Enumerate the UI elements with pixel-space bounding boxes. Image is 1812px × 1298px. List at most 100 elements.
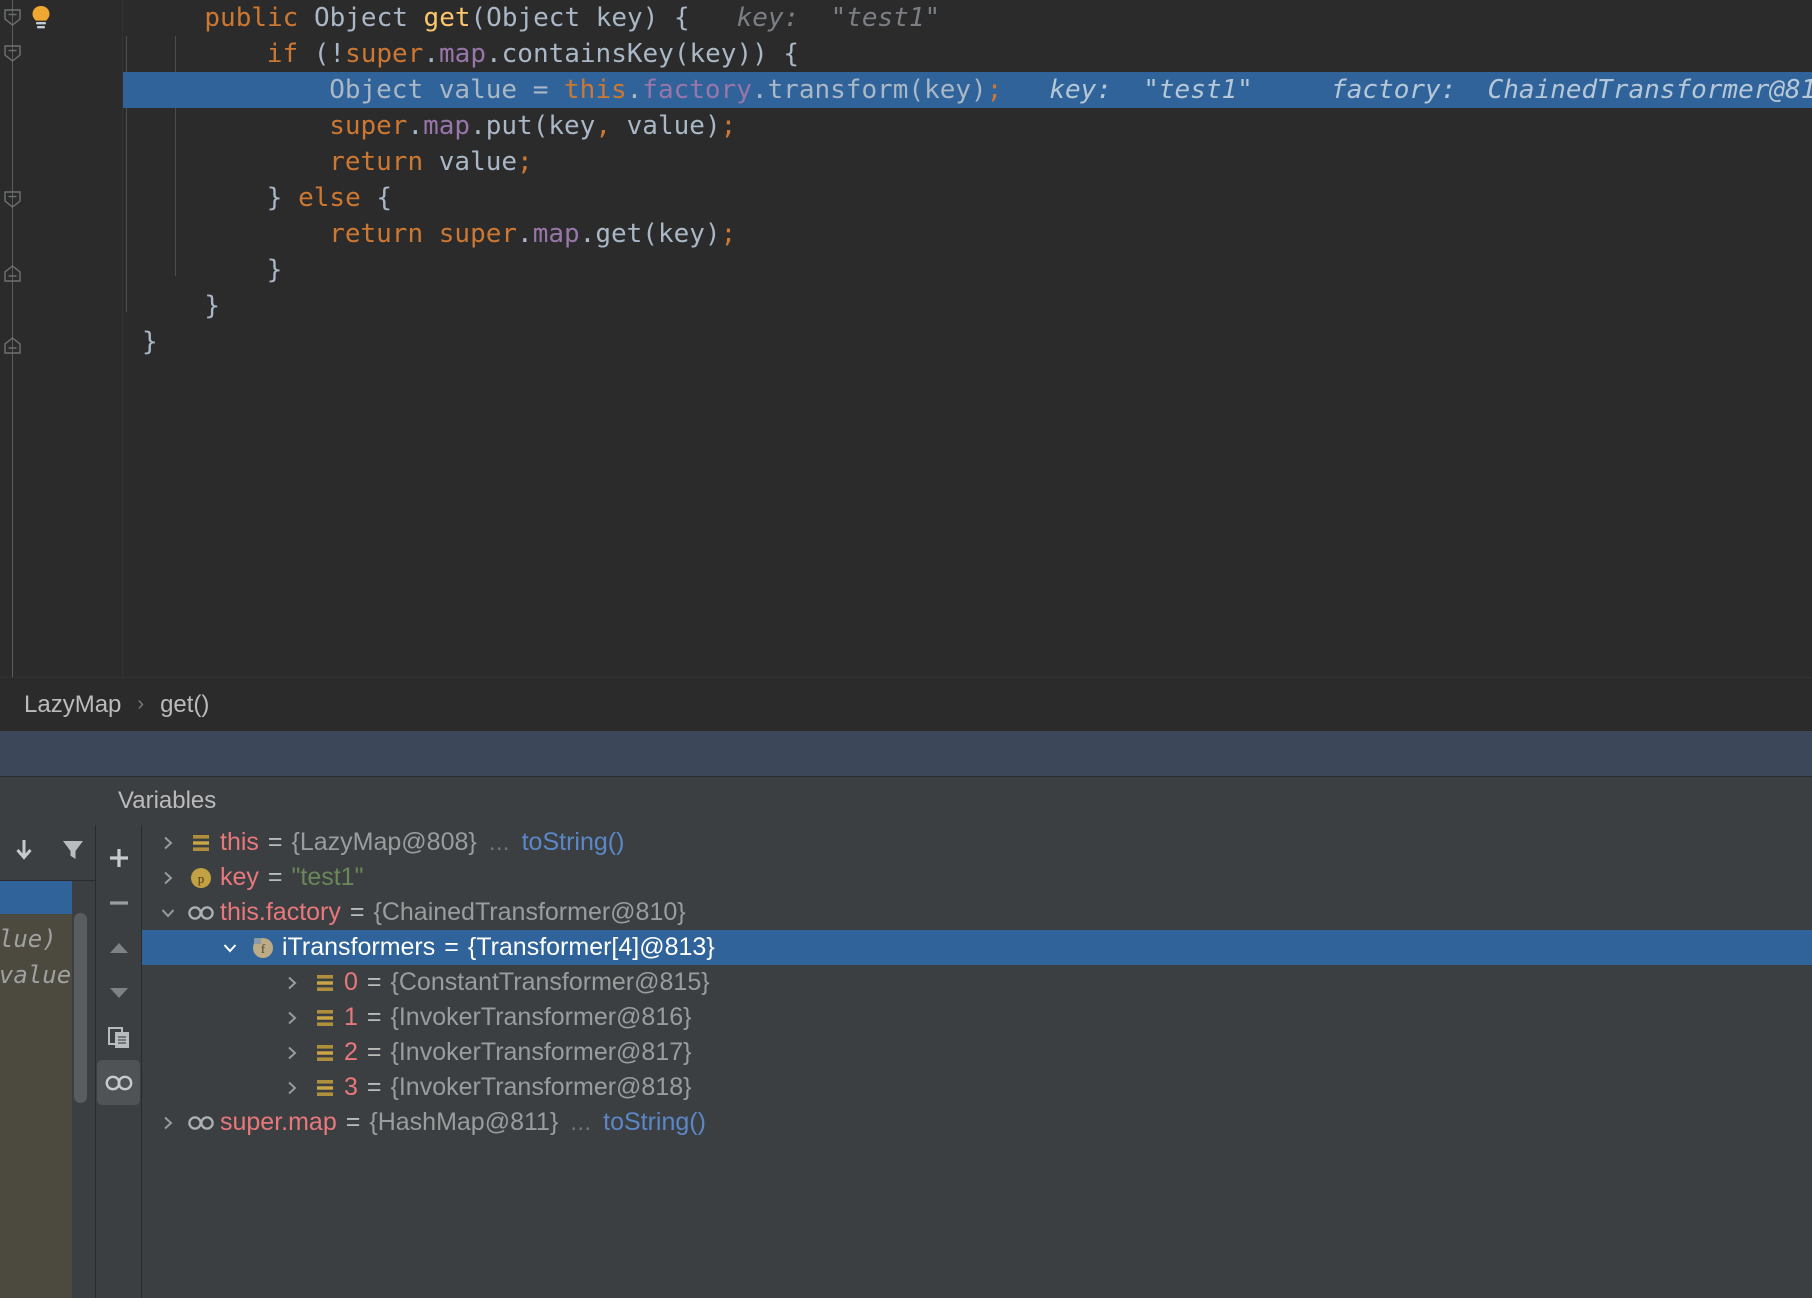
chevron-right-icon[interactable] <box>154 869 182 887</box>
code-token: ( <box>470 3 487 33</box>
filter-icon[interactable] <box>59 836 87 869</box>
breadcrumb-item-class[interactable]: LazyMap <box>24 691 121 719</box>
copy-value-button[interactable] <box>97 1015 140 1060</box>
field-badge-icon: f <box>244 935 282 961</box>
variable-name: 2 <box>344 1038 358 1066</box>
variable-row[interactable]: f iTransformers = {Transformer[4]@813} <box>142 930 1812 965</box>
code-token: this <box>564 75 627 105</box>
code-token: map <box>423 111 471 141</box>
tostring-link[interactable]: toString() <box>510 828 625 857</box>
code-token: { <box>360 183 393 213</box>
inline-debug-hint: key: "test1" <box>1002 75 1253 105</box>
code-line[interactable]: return value; <box>0 144 1812 180</box>
code-line[interactable]: } else { <box>0 180 1812 216</box>
move-watch-up-button[interactable] <box>97 925 140 970</box>
code-token: return <box>329 219 424 249</box>
code-line[interactable]: if (!super.map.containsKey(key)) { <box>0 36 1812 72</box>
code-line[interactable]: } <box>0 288 1812 324</box>
chevron-right-icon[interactable] <box>278 974 306 992</box>
variable-row[interactable]: 0 = {ConstantTransformer@815} <box>142 965 1812 1000</box>
chevron-down-icon[interactable] <box>216 939 244 957</box>
lightbulb-icon[interactable] <box>26 3 56 33</box>
code-token: ; <box>720 111 737 141</box>
breadcrumb[interactable]: LazyMap › get() <box>0 677 1812 731</box>
code-token: ( <box>532 111 549 141</box>
variable-row[interactable]: p key = "test1" <box>142 860 1812 895</box>
code-token: transform <box>767 75 909 105</box>
debugger-window: public Object get(Object key) { key: "te… <box>0 0 1812 1298</box>
chevron-right-icon[interactable] <box>278 1044 306 1062</box>
chevron-right-icon[interactable] <box>154 1114 182 1132</box>
variable-row[interactable]: super.map = {HashMap@811}... toString() <box>142 1105 1812 1140</box>
line-number-gutter <box>68 0 123 677</box>
code-token: value <box>626 111 705 141</box>
icon-gutter[interactable] <box>28 0 68 677</box>
code-token: ( <box>642 219 658 249</box>
debug-toolbar-band[interactable] <box>0 731 1812 776</box>
code-line[interactable]: super.map.put(key, value); <box>0 108 1812 144</box>
variable-value: {InvokerTransformer@818} <box>390 1073 692 1101</box>
code-token: } <box>204 291 221 321</box>
frames-pane-peek[interactable]: value) eyvalue <box>0 881 95 1298</box>
value-ellipsis: ... <box>488 828 510 856</box>
fold-collapse-icon[interactable] <box>3 336 22 355</box>
chevron-right-icon[interactable] <box>278 1009 306 1027</box>
code-token: (! <box>298 39 346 69</box>
chevron-right-icon[interactable] <box>154 834 182 852</box>
fold-collapse-icon[interactable] <box>3 8 22 27</box>
code-token: if <box>266 39 299 69</box>
chevron-down-icon[interactable] <box>154 904 182 922</box>
move-watch-down-button[interactable] <box>97 970 140 1015</box>
variable-value: {ConstantTransformer@815} <box>390 968 710 996</box>
variable-value: {InvokerTransformer@816} <box>390 1003 692 1031</box>
peek-line-1: value) <box>0 925 57 953</box>
code-token: . <box>407 111 424 141</box>
chevron-right-icon[interactable] <box>278 1079 306 1097</box>
code-token: ; <box>517 147 533 177</box>
fold-collapse-icon[interactable] <box>3 264 22 283</box>
tostring-link[interactable]: toString() <box>591 1108 706 1137</box>
code-token: key <box>548 111 596 141</box>
frames-scrollbar[interactable] <box>74 913 87 1103</box>
fold-collapse-icon[interactable] <box>3 190 22 209</box>
parameter-badge-icon: p <box>182 865 220 891</box>
code-token: Object <box>313 3 408 33</box>
inline-debug-hint: factory: ChainedTransformer@810 <box>1252 75 1812 105</box>
folding-gutter[interactable] <box>0 0 28 677</box>
code-lines[interactable]: public Object get(Object key) { key: "te… <box>0 0 1812 677</box>
code-line[interactable]: public Object get(Object key) { key: "te… <box>0 0 1812 36</box>
jump-to-source-icon[interactable] <box>9 835 39 870</box>
code-line[interactable]: Object value = this.factory.transform(ke… <box>0 72 1812 108</box>
code-token: } <box>266 255 283 285</box>
debug-rail-toolbar[interactable] <box>0 825 95 881</box>
code-token: value <box>438 147 518 177</box>
code-token: ) { <box>642 3 690 33</box>
variables-tree[interactable]: this = {LazyMap@808}... toString() p key = "tes… <box>142 825 1812 1298</box>
add-watch-button[interactable] <box>97 835 140 880</box>
equals-sign: = <box>444 933 459 961</box>
variable-row[interactable]: 2 = {InvokerTransformer@817} <box>142 1035 1812 1070</box>
toggle-watches-button[interactable] <box>97 1060 140 1105</box>
code-line[interactable]: } <box>0 252 1812 288</box>
equals-sign: = <box>366 968 382 996</box>
variable-row[interactable]: 3 = {InvokerTransformer@818} <box>142 1070 1812 1105</box>
equals-sign: = <box>267 828 283 856</box>
debug-tab-band[interactable]: Variables <box>0 776 1812 825</box>
code-line[interactable]: return super.map.get(key); <box>0 216 1812 252</box>
breadcrumb-item-method[interactable]: get() <box>160 691 209 719</box>
remove-watch-button[interactable] <box>97 880 140 925</box>
code-editor[interactable]: public Object get(Object key) { key: "te… <box>0 0 1812 677</box>
code-token: get <box>423 3 471 33</box>
watches-toolbar[interactable] <box>96 825 142 1298</box>
variable-row[interactable]: 1 = {InvokerTransformer@816} <box>142 1000 1812 1035</box>
variable-row[interactable]: this = {LazyMap@808}... toString() <box>142 825 1812 860</box>
variable-name: this.factory <box>220 898 341 926</box>
code-line[interactable]: } <box>0 324 1812 360</box>
variable-row[interactable]: this.factory = {ChainedTransformer@810} <box>142 895 1812 930</box>
code-token: super <box>345 39 424 69</box>
fold-collapse-icon[interactable] <box>3 44 22 63</box>
code-token: put <box>485 111 533 141</box>
